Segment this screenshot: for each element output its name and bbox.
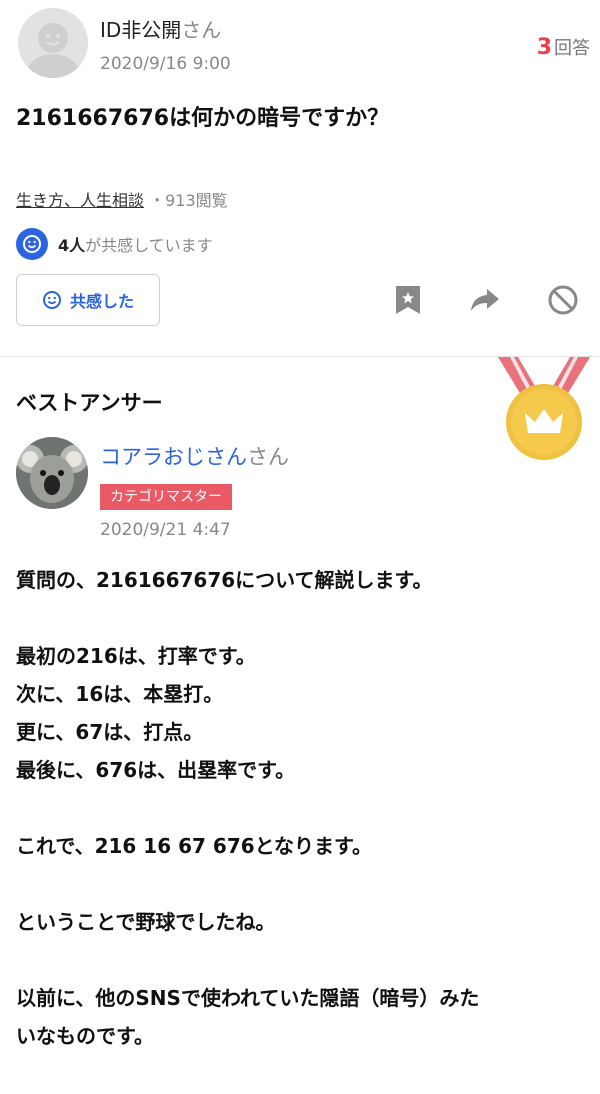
answer-body: 質問の、2161667676について解説します。 最初の216は、打率です。 次…	[16, 561, 586, 1055]
empathy-button-label: 共感した	[69, 292, 134, 311]
answerer-name[interactable]: コアラおじさんさん	[100, 441, 289, 471]
medal-icon	[498, 357, 590, 460]
answer-line: 更に、67は、打点。	[16, 720, 204, 744]
category-master-badge: カテゴリマスター	[100, 484, 232, 510]
answer-line: 最初の216は、打率です。	[16, 644, 256, 668]
smile-icon	[42, 291, 61, 309]
honorific: さん	[247, 445, 289, 469]
question-text: 2161667676は何かの暗号ですか？	[16, 106, 390, 131]
answer-line	[16, 789, 586, 827]
smile-icon	[16, 228, 48, 260]
answer-line: 最後に、676は、出塁率です。	[16, 758, 296, 782]
best-answer-section: ベストアンサー コアラおじさんさん カテゴリマスター 2020/9/21 4:4…	[0, 357, 600, 1094]
empathy-text: が共感しています	[85, 236, 213, 255]
share-icon[interactable]	[468, 283, 502, 317]
questioner-id: ID非公開	[100, 18, 182, 42]
category-line: 生き方、人生相談 ・913閲覧	[16, 187, 228, 211]
answer-count[interactable]: 3 回答	[537, 34, 590, 60]
answer-line: ということで野球でしたね。	[16, 910, 276, 934]
block-icon[interactable]	[546, 283, 580, 317]
empathy-button[interactable]: 共感した	[16, 274, 160, 326]
questioner-name[interactable]: ID非公開さん	[100, 14, 221, 43]
answer-line	[16, 865, 586, 903]
empathy-summary: 4人 が共感しています	[16, 228, 213, 260]
answer-line: これで、216 16 67 676となります。	[16, 834, 373, 858]
empathy-count: 4人	[58, 236, 86, 255]
answer-line: 質問の、2161667676について解説します。	[16, 568, 433, 592]
question-section: ID非公開さん 2020/9/16 9:00 3 回答 2161667676は何か…	[0, 0, 600, 356]
best-answer-title: ベストアンサー	[16, 391, 163, 415]
question-date: 2020/9/16 9:00	[100, 54, 231, 74]
answer-date: 2020/9/21 4:47	[100, 520, 231, 540]
answer-count-label: 回答	[554, 38, 590, 59]
answerer-name-text: コアラおじさん	[100, 445, 247, 469]
bookmark-icon[interactable]	[391, 283, 425, 317]
answer-line: 以前に、他のSNSで使われていた隠語（暗号）みた	[16, 986, 480, 1010]
answer-line	[16, 941, 586, 979]
answer-line: 次に、16は、本塁打。	[16, 682, 224, 706]
answer-line: いなものです。	[16, 1024, 154, 1048]
answer-count-number: 3	[536, 35, 552, 60]
answerer-avatar[interactable]	[16, 437, 88, 509]
default-avatar[interactable]	[18, 8, 88, 78]
answer-line	[16, 599, 586, 637]
honorific: さん	[181, 18, 222, 42]
category-link[interactable]: 生き方、人生相談	[16, 191, 144, 210]
view-count: ・913閲覧	[149, 191, 228, 210]
